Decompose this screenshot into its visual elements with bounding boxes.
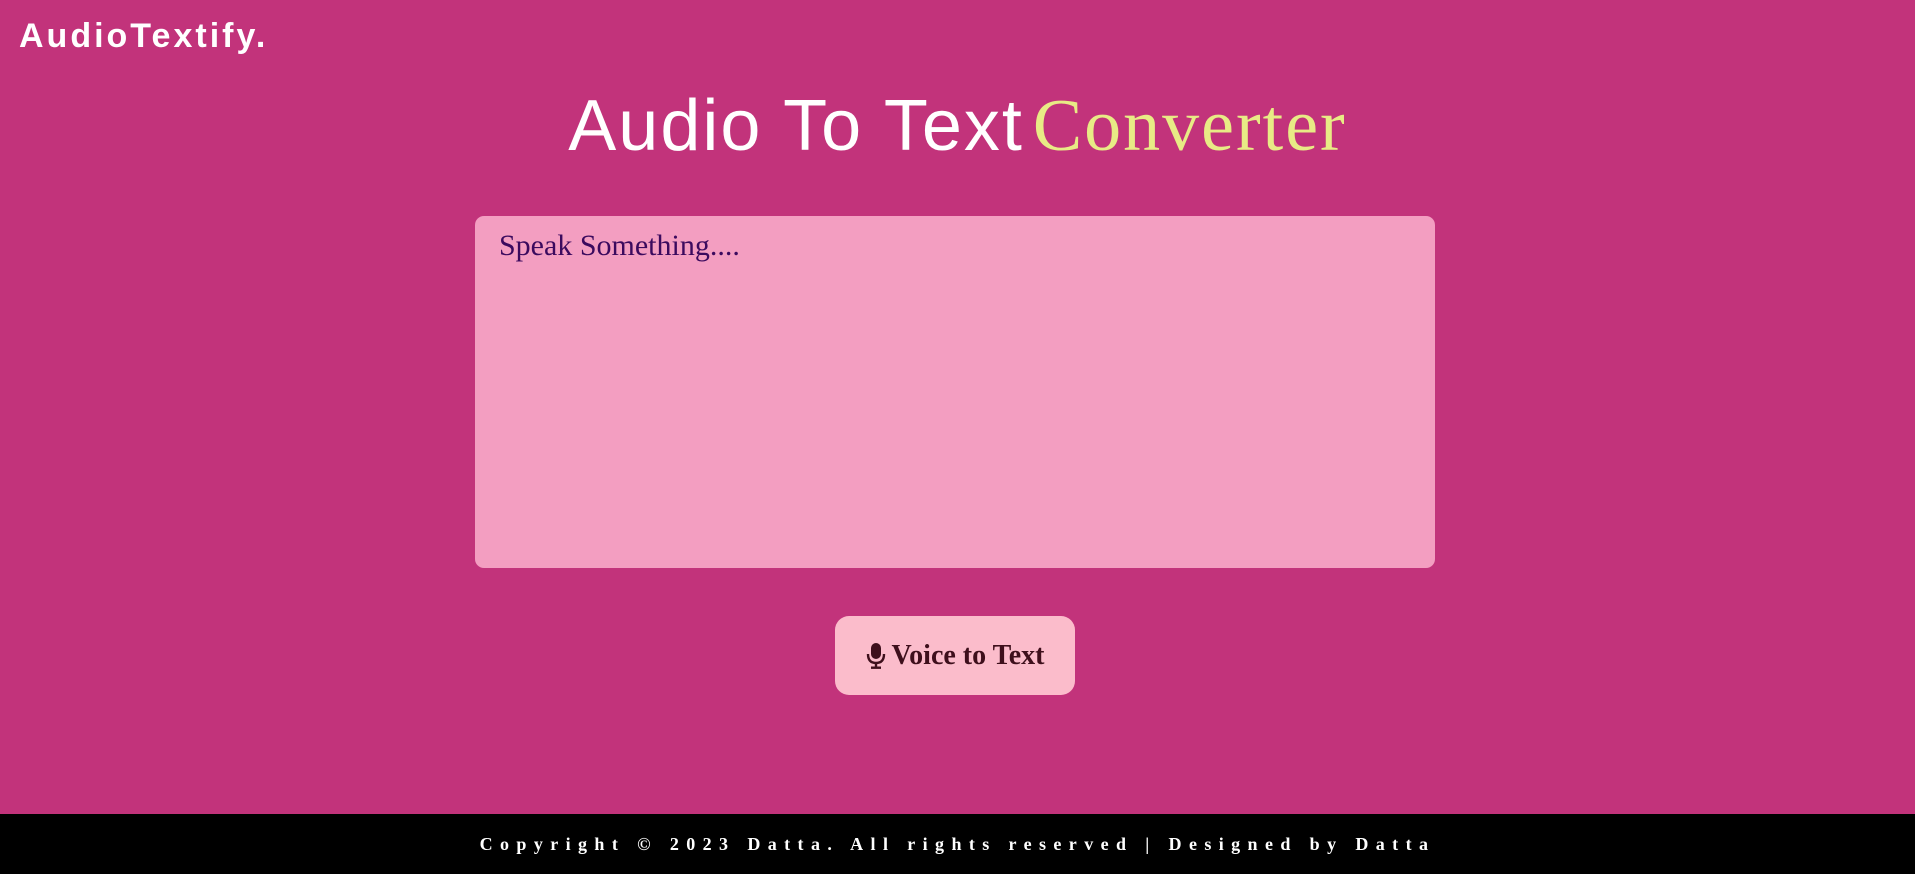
page-title-accent: Converter [1032,85,1347,167]
footer-copyright: Copyright © 2023 Datta. All rights reser… [479,833,1436,854]
page-title-main: Audio To Text [568,86,1024,166]
voice-to-text-button[interactable]: Voice to Text [835,616,1075,695]
footer: Copyright © 2023 Datta. All rights reser… [0,814,1915,874]
speech-output-box[interactable]: Speak Something.... [475,216,1435,568]
speech-output-text: Speak Something.... [499,229,740,262]
page-title: Audio To Text Converter [0,84,1915,181]
voice-to-text-label: Voice to Text [891,639,1045,671]
brand-logo: AudioTextify. [19,17,269,55]
microphone-icon [866,642,886,670]
